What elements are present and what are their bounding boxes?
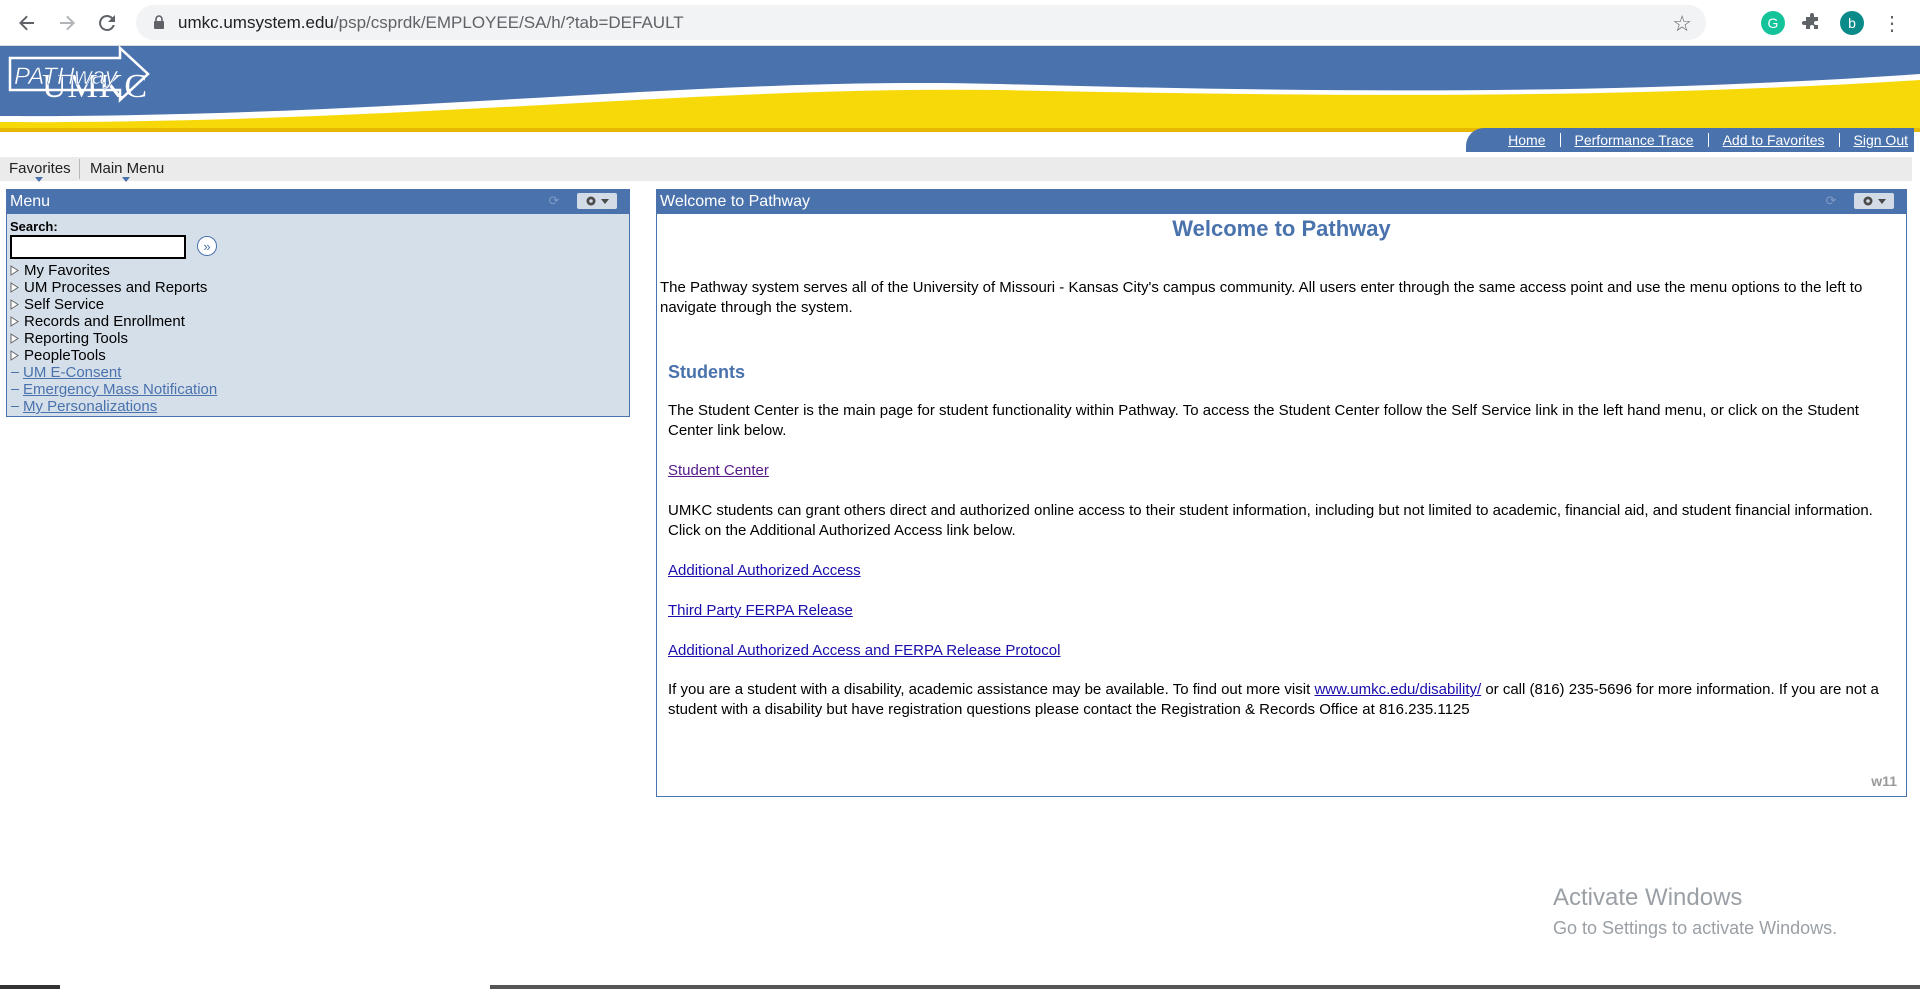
welcome-pagelet-header-title: Welcome to Pathway [660, 193, 810, 210]
expand-triangle-icon [10, 282, 19, 293]
address-bar[interactable]: umkc.umsystem.edu/psp/csprdk/EMPLOYEE/SA… [136, 5, 1706, 40]
welcome-pagelet: Welcome to Pathway ⟳ Welcome to Pathway … [656, 189, 1907, 797]
add-to-favorites-link[interactable]: Add to Favorites [1709, 133, 1840, 147]
favorites-menu[interactable]: Favorites [9, 160, 71, 177]
menu-folder-label: UM Processes and Reports [24, 279, 208, 296]
third-party-ferpa-link[interactable]: Third Party FERPA Release [668, 602, 853, 619]
top-menubar: Favorites Main Menu [0, 157, 1912, 182]
menu-folder-peopletools[interactable]: PeopleTools [10, 347, 217, 364]
menu-pagelet: Menu ⟳ Search: » My Favorites UM Process… [6, 189, 630, 417]
menu-folder-label: My Favorites [24, 262, 110, 279]
disability-text: If you are a student with a disability, … [668, 680, 1888, 720]
menu-folder-reporting-tools[interactable]: Reporting Tools [10, 330, 217, 347]
menubar-divider [79, 159, 80, 179]
expand-triangle-icon [10, 265, 19, 276]
pathway-logo-text: PATHway [14, 63, 119, 90]
pagelet-settings-button[interactable] [1854, 193, 1894, 209]
kebab-menu-icon[interactable]: ⋮ [1880, 11, 1904, 35]
footer-code: w11 [1871, 773, 1897, 789]
student-center-text: The Student Center is the main page for … [668, 402, 1859, 439]
menu-folder-label: Reporting Tools [24, 330, 128, 347]
menu-folder-label: PeopleTools [24, 347, 106, 364]
disability-text-before: If you are a student with a disability, … [668, 681, 1315, 698]
welcome-title: Welcome to Pathway [1172, 216, 1391, 241]
pagelet-settings-button[interactable] [577, 193, 617, 209]
sign-out-link[interactable]: Sign Out [1840, 133, 1914, 147]
welcome-pagelet-header: Welcome to Pathway ⟳ [657, 190, 1906, 214]
menu-folder-records-enrollment[interactable]: Records and Enrollment [10, 313, 217, 330]
gear-icon [586, 196, 609, 206]
expand-triangle-icon [10, 350, 19, 361]
expand-triangle-icon [10, 299, 19, 310]
menu-folder-label: Records and Enrollment [24, 313, 185, 330]
watermark-line1: Activate Windows [1553, 884, 1743, 911]
grammarly-icon[interactable]: G [1761, 11, 1785, 35]
expand-triangle-icon [10, 333, 19, 344]
puzzle-icon[interactable] [1800, 11, 1824, 35]
taskbar-edge [490, 985, 1920, 989]
emergency-mass-notification-link[interactable]: Emergency Mass Notification [23, 381, 217, 398]
favorites-caret-icon [35, 177, 43, 182]
dash-icon [11, 406, 19, 407]
menu-folder-self-service[interactable]: Self Service [10, 296, 217, 313]
dash-icon [11, 389, 19, 390]
umkc-banner: UMKC PATHway [0, 46, 1920, 132]
refresh-icon[interactable]: ⟳ [1824, 194, 1838, 208]
main-menu-caret-icon [122, 177, 130, 182]
search-label: Search: [10, 219, 58, 234]
watermark-line2: Go to Settings to activate Windows. [1553, 918, 1838, 938]
taskbar-edge [0, 985, 60, 989]
expand-triangle-icon [10, 316, 19, 327]
menu-folder-label: Self Service [24, 296, 105, 313]
ferpa-protocol-link[interactable]: Additional Authorized Access and FERPA R… [668, 642, 1060, 659]
refresh-icon[interactable]: ⟳ [547, 194, 561, 208]
my-personalizations-link[interactable]: My Personalizations [23, 398, 157, 415]
url-text: umkc.umsystem.edu/psp/csprdk/EMPLOYEE/SA… [178, 13, 684, 33]
back-icon[interactable] [13, 9, 41, 37]
menu-folder-my-favorites[interactable]: My Favorites [10, 262, 217, 279]
disability-link[interactable]: www.umkc.edu/disability/ [1314, 681, 1481, 698]
forward-icon[interactable] [53, 9, 81, 37]
menu-list: My Favorites UM Processes and Reports Se… [10, 262, 217, 415]
menu-search-input[interactable] [10, 235, 186, 259]
search-go-button[interactable]: » [197, 236, 217, 256]
menu-link-row: UM E-Consent [10, 364, 217, 381]
access-text: UMKC students can grant others direct an… [668, 502, 1873, 539]
profile-avatar[interactable]: b [1840, 11, 1864, 35]
menu-pagelet-title: Menu [10, 193, 51, 210]
additional-authorized-access-link[interactable]: Additional Authorized Access [668, 562, 861, 579]
browser-toolbar: umkc.umsystem.edu/psp/csprdk/EMPLOYEE/SA… [0, 0, 1920, 46]
url-host: umkc.umsystem.edu [178, 13, 334, 32]
students-heading: Students [668, 362, 746, 382]
student-center-link[interactable]: Student Center [668, 462, 769, 479]
intro-text: The Pathway system serves all of the Uni… [660, 279, 1863, 316]
um-e-consent-link[interactable]: UM E-Consent [23, 364, 121, 381]
reload-icon[interactable] [93, 9, 121, 37]
gear-icon [1863, 196, 1886, 206]
header-links-bar: Home Performance Trace Add to Favorites … [1466, 128, 1914, 152]
activate-windows-watermark: Activate Windows Go to Settings to activ… [1553, 884, 1837, 939]
menu-link-row: My Personalizations [10, 398, 217, 415]
menu-folder-um-processes[interactable]: UM Processes and Reports [10, 279, 217, 296]
banner-swoosh [0, 74, 1920, 132]
star-icon[interactable]: ☆ [1672, 11, 1692, 37]
url-path: /psp/csprdk/EMPLOYEE/SA/h/?tab=DEFAULT [333, 13, 684, 32]
pathway-logo: PATHway [8, 46, 150, 103]
menu-pagelet-header: Menu ⟳ [7, 190, 629, 214]
menu-link-row: Emergency Mass Notification [10, 381, 217, 398]
performance-trace-link[interactable]: Performance Trace [1561, 133, 1709, 147]
lock-icon [154, 15, 164, 29]
dash-icon [11, 372, 19, 373]
main-menu[interactable]: Main Menu [90, 160, 164, 177]
home-link[interactable]: Home [1494, 133, 1561, 147]
